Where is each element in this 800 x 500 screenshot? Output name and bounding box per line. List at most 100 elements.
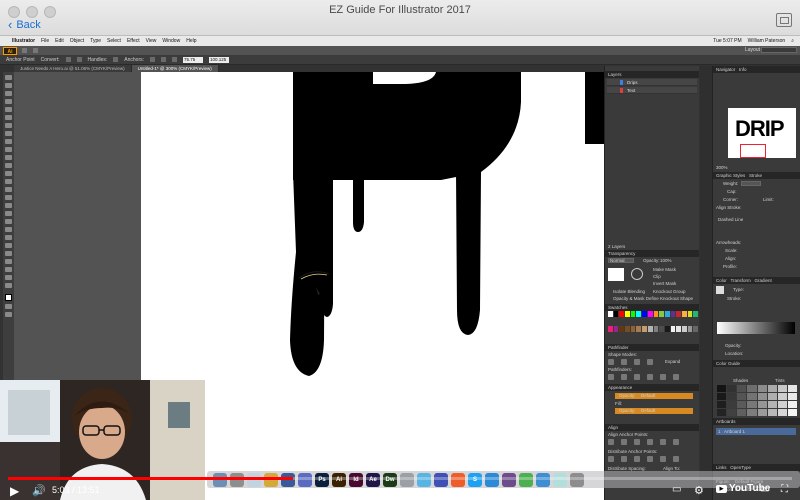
artboard-tool-icon xyxy=(5,259,12,264)
swatch-color[interactable] xyxy=(687,325,693,332)
layer-row-drips: Drips xyxy=(607,79,697,86)
swatch-color[interactable] xyxy=(608,325,613,332)
color-guide-cell xyxy=(727,401,737,408)
current-time: 5:03 xyxy=(52,485,70,495)
swatch-color[interactable] xyxy=(647,311,653,317)
swatch-color[interactable] xyxy=(664,311,670,317)
layer-name-drips: Drips xyxy=(627,80,638,85)
y-coordinate-field: 100.125 mm xyxy=(209,56,230,68)
doc-tab-justice: Justice Needs A Hero.ai @ 51.06% (CMYK/P… xyxy=(14,65,132,72)
color-guide-cell xyxy=(777,385,787,392)
align-stroke-label: Align Stroke: xyxy=(716,205,742,210)
miniplayer-icon[interactable]: ▭ xyxy=(760,484,769,495)
expand-label: Expand xyxy=(665,359,681,364)
swatches-panel-header: Swatches xyxy=(605,304,699,311)
swatch-color[interactable] xyxy=(625,325,630,332)
stroke-panel-header: Graphic Styles Stroke xyxy=(713,172,800,179)
youtube-play-icon: ▶ xyxy=(716,484,727,493)
back-button[interactable]: ‹ Back xyxy=(8,17,41,32)
swatch-color[interactable] xyxy=(613,311,619,317)
swatch-color[interactable] xyxy=(670,325,676,332)
swatch-color[interactable] xyxy=(670,311,676,317)
swatch-color[interactable] xyxy=(681,311,687,317)
swatch-color[interactable] xyxy=(630,325,636,332)
free-transform-tool-icon xyxy=(5,187,12,192)
swatch-color[interactable] xyxy=(653,325,659,332)
color-guide-cell xyxy=(757,401,767,408)
swatch-color[interactable] xyxy=(659,311,664,317)
color-guide-cell xyxy=(757,409,767,416)
bridge-icon xyxy=(22,48,27,53)
color-guide-cell xyxy=(747,409,757,416)
play-icon[interactable]: ▶ xyxy=(10,484,19,498)
mesh-tool-icon xyxy=(5,211,12,216)
swatch-color[interactable] xyxy=(676,325,681,332)
make-mask-label: Make Mask xyxy=(653,267,677,272)
handles-icon xyxy=(113,57,119,62)
color-guide-cell xyxy=(787,385,797,392)
perspective-grid-tool-icon xyxy=(5,203,12,208)
transform-icon xyxy=(172,57,178,62)
swatch-color[interactable] xyxy=(653,311,659,317)
swatch-color[interactable] xyxy=(636,325,642,332)
drip-long-right xyxy=(456,172,481,335)
color-guide-cell xyxy=(767,393,777,400)
swatch-color[interactable] xyxy=(693,325,698,332)
swatch-color[interactable] xyxy=(619,311,625,317)
swatch-color[interactable] xyxy=(693,311,698,317)
tab-color: Color xyxy=(716,278,727,283)
swatch-color[interactable] xyxy=(642,325,647,332)
swatch-color[interactable] xyxy=(664,325,670,332)
color-guide-cell xyxy=(727,385,737,392)
menubar-user: William Paterson xyxy=(747,38,786,44)
color-guide-cell xyxy=(717,409,727,416)
gradient-thumbnail xyxy=(716,286,724,294)
swatch-color[interactable] xyxy=(659,325,664,332)
navigator-thumb-text: DRIP xyxy=(735,116,785,141)
swatch-color[interactable] xyxy=(613,325,619,332)
blend-tool-icon xyxy=(5,235,12,240)
swatch-color[interactable] xyxy=(676,311,681,317)
artboard-number: 1 xyxy=(718,429,721,434)
swatch-color[interactable] xyxy=(619,325,625,332)
shape-modes-buttons xyxy=(608,359,653,365)
swatch-color[interactable] xyxy=(636,311,642,317)
swatch-color[interactable] xyxy=(687,311,693,317)
color-guide-cell xyxy=(727,393,737,400)
fullscreen-video-icon[interactable]: ⛶ xyxy=(781,484,788,495)
swatch-color[interactable] xyxy=(608,311,613,317)
stock-search-field xyxy=(761,47,797,53)
settings-gear-icon[interactable]: ⚙ xyxy=(694,484,704,497)
document-tabs: Justice Needs A Hero.ai @ 51.06% (CMYK/P… xyxy=(14,65,219,72)
fullscreen-icon[interactable] xyxy=(776,13,792,27)
swatch-color[interactable] xyxy=(681,325,687,332)
swatch-color[interactable] xyxy=(642,311,647,317)
chevron-left-icon: ‹ xyxy=(8,17,13,32)
swatch-color[interactable] xyxy=(625,311,630,317)
panel-dock-left: Layers Drips Text 2 Layers Transparency … xyxy=(604,66,699,500)
control-handles-label: Handles: xyxy=(87,56,108,63)
color-guide-cell xyxy=(717,401,727,408)
screen-mode-icon xyxy=(5,312,12,317)
closed-captions-icon[interactable]: ▭ xyxy=(672,484,681,495)
volume-icon[interactable]: 🔊 xyxy=(32,484,46,497)
stroke-weight-field xyxy=(741,181,761,186)
navigator-view-box xyxy=(740,144,766,158)
stroke-corner-label: Corner: xyxy=(723,197,739,202)
stroke-cap-label: Cap: xyxy=(727,189,737,194)
letter-d-shape xyxy=(293,72,521,180)
color-guide-cell xyxy=(787,401,797,408)
dashed-line-label: Dashed Line xyxy=(718,217,744,222)
swatch-color[interactable] xyxy=(647,325,653,332)
draw-mode-icon xyxy=(5,304,12,309)
pen-tool-icon xyxy=(5,99,12,104)
isolate-blending-label: Isolate Blending xyxy=(613,289,646,294)
slice-tool-icon xyxy=(5,267,12,272)
color-guide-cell xyxy=(777,393,787,400)
layer-row-text: Text xyxy=(607,87,697,94)
stroke-weight-label: Weight: xyxy=(723,181,739,186)
color-guide-cell xyxy=(787,393,797,400)
magic-wand-tool-icon xyxy=(5,91,12,96)
swatch-color[interactable] xyxy=(630,311,636,317)
menu-view: View xyxy=(145,38,157,44)
